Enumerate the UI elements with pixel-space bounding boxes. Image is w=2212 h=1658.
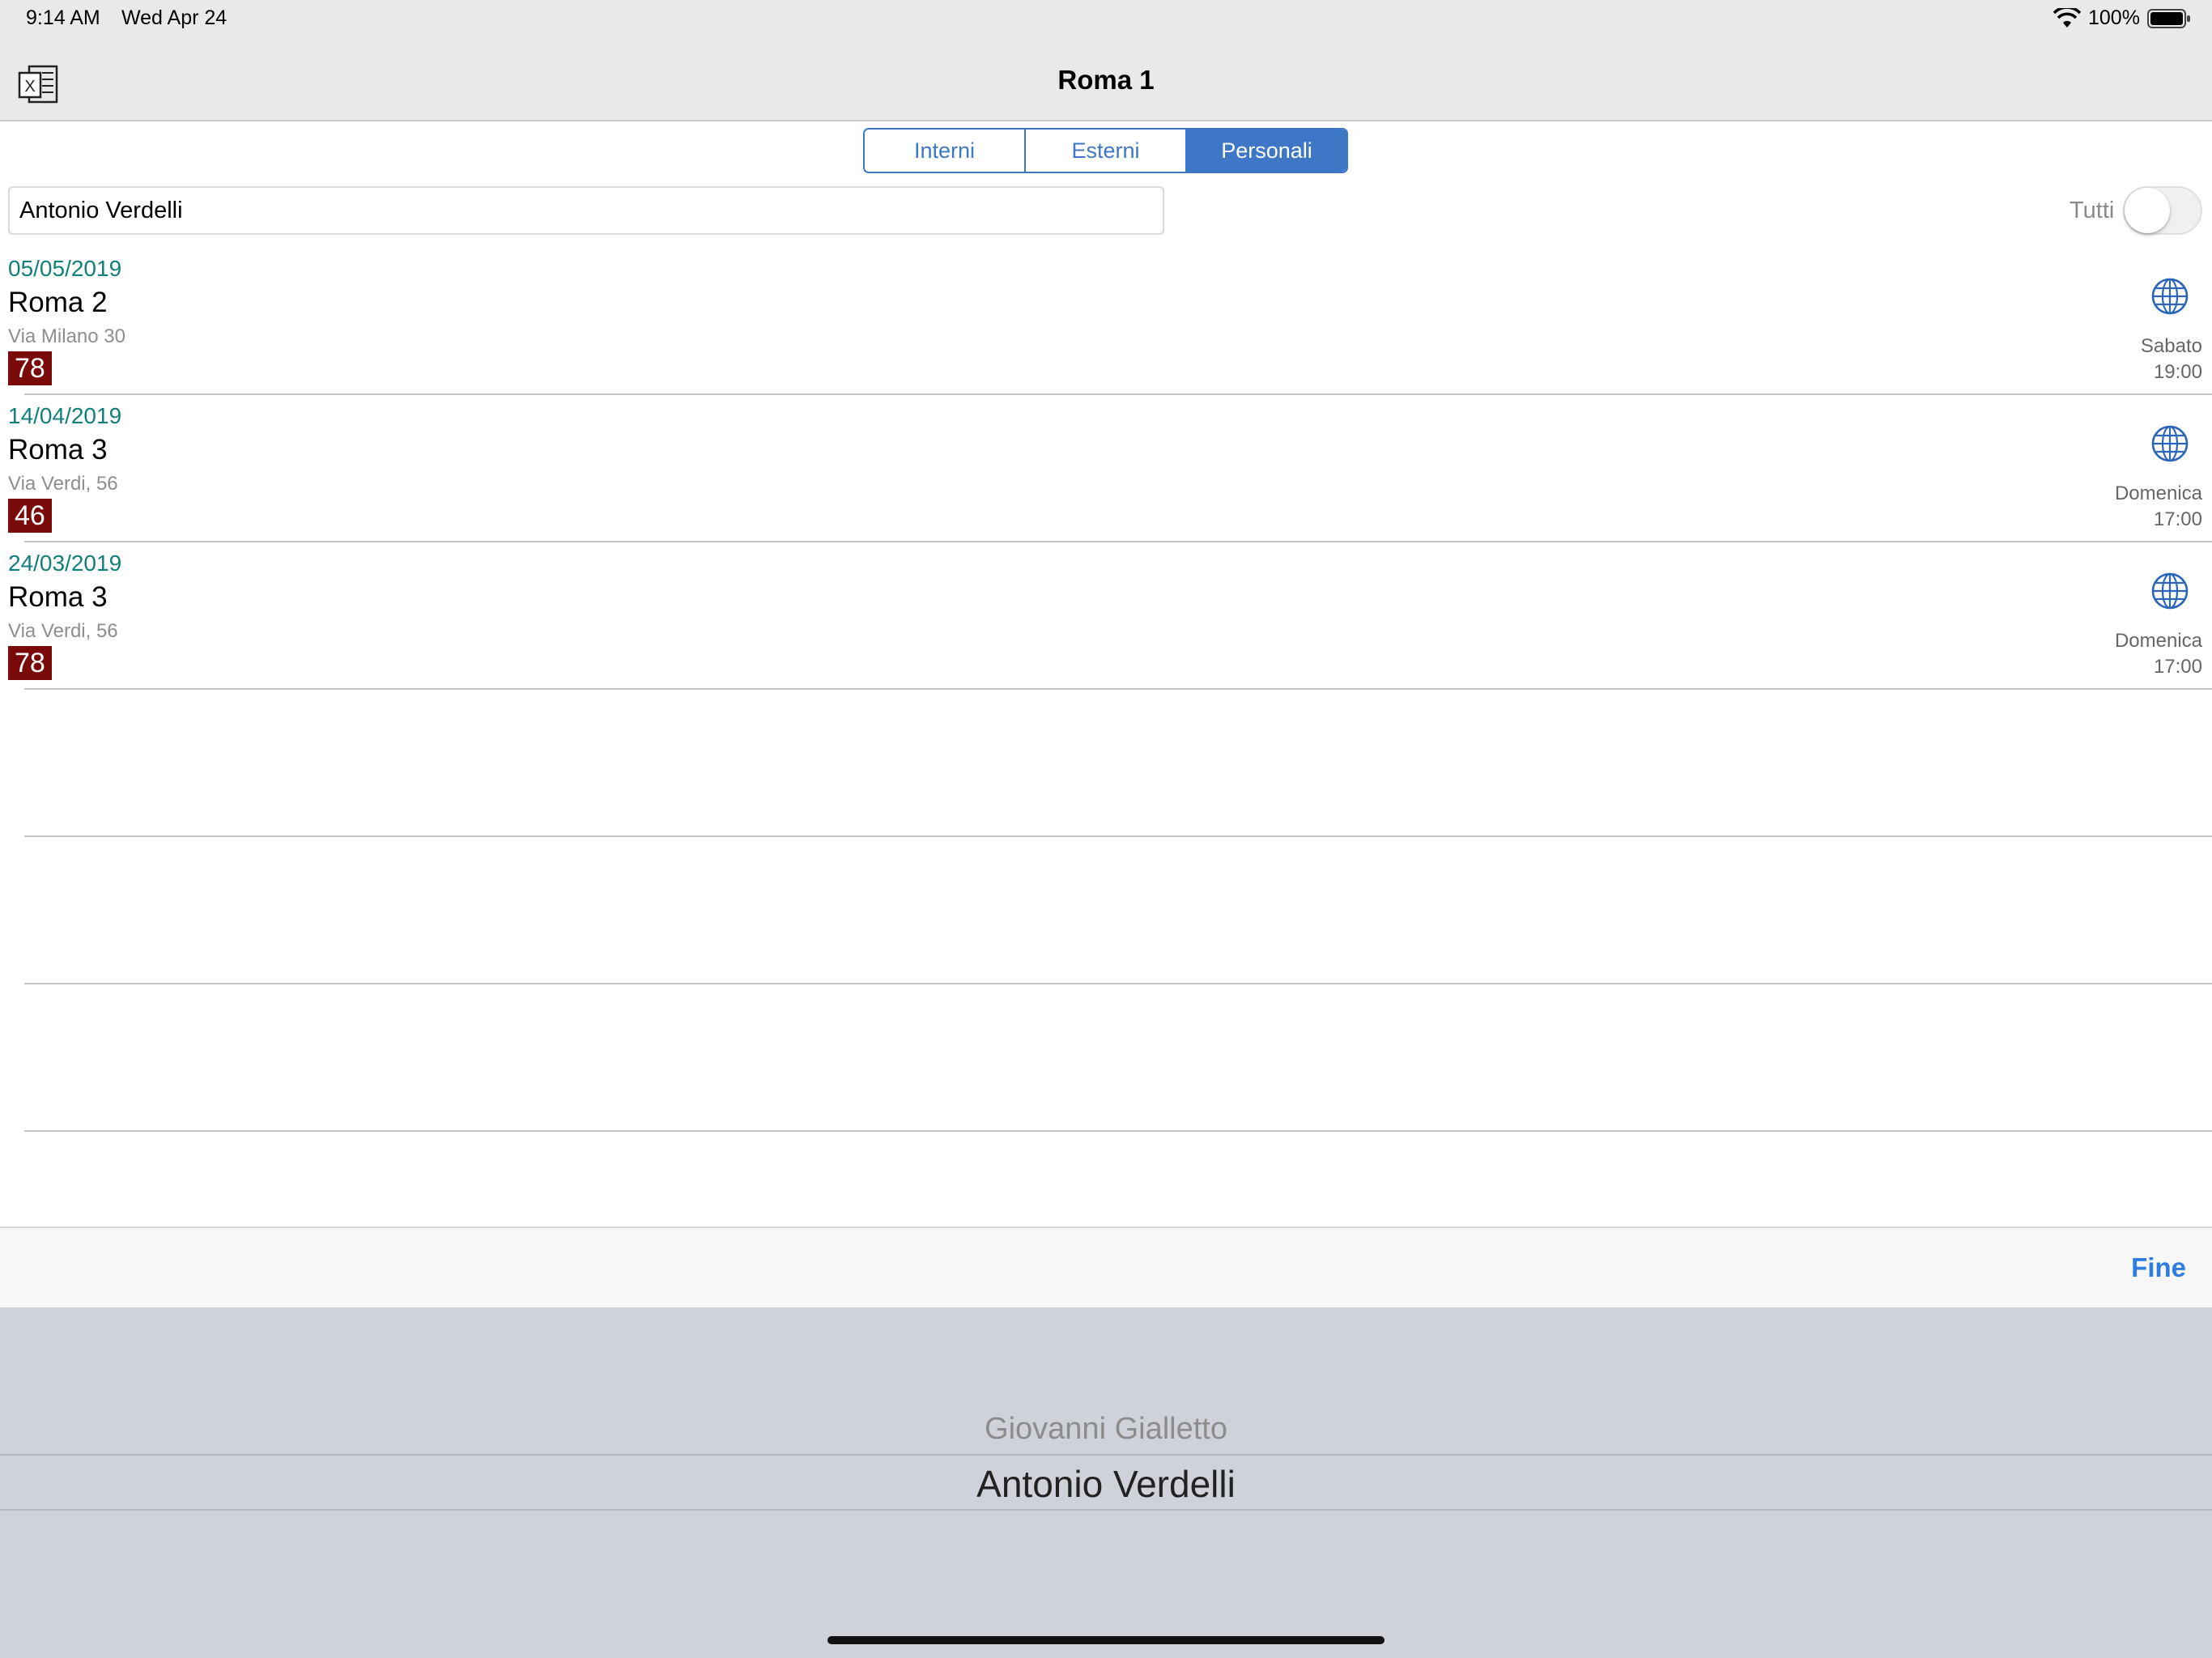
segment-interni[interactable]: Interni bbox=[865, 130, 1026, 172]
score-badge: 46 bbox=[8, 499, 52, 533]
page-title: Roma 1 bbox=[1057, 65, 1155, 95]
picker-selection-bottom-line bbox=[0, 1509, 2212, 1511]
score-badge: 78 bbox=[8, 351, 52, 385]
event-day: Domenica bbox=[2114, 483, 2202, 504]
event-date: 24/03/2019 bbox=[8, 551, 122, 576]
event-title: Roma 3 bbox=[8, 434, 108, 466]
segmented-control: Interni Esterni Personali bbox=[863, 128, 1348, 173]
person-filter-value: Antonio Verdelli bbox=[19, 198, 183, 223]
event-title: Roma 2 bbox=[8, 287, 108, 318]
event-day: Domenica bbox=[2114, 630, 2202, 652]
battery-icon bbox=[2147, 9, 2190, 28]
picker-selection-top-line bbox=[0, 1454, 2212, 1456]
event-day: Sabato bbox=[2140, 335, 2202, 357]
event-time: 19:00 bbox=[2153, 361, 2202, 383]
picker-toolbar bbox=[0, 1226, 2212, 1307]
home-indicator[interactable] bbox=[827, 1636, 1385, 1644]
segment-personali[interactable]: Personali bbox=[1187, 130, 1346, 172]
list-item[interactable] bbox=[0, 395, 2212, 542]
list-item[interactable] bbox=[0, 251, 2212, 398]
all-toggle-knob bbox=[2125, 188, 2170, 233]
globe-icon[interactable] bbox=[2150, 572, 2189, 610]
globe-icon[interactable] bbox=[2150, 424, 2189, 463]
row-separator bbox=[24, 983, 2212, 984]
event-time: 17:00 bbox=[2153, 508, 2202, 530]
wifi-icon bbox=[2053, 8, 2081, 28]
event-address: Via Milano 30 bbox=[8, 325, 125, 347]
event-date: 14/04/2019 bbox=[8, 403, 122, 428]
row-separator bbox=[24, 835, 2212, 837]
row-separator bbox=[24, 688, 2212, 690]
event-date: 05/05/2019 bbox=[8, 256, 122, 281]
all-toggle-label: Tutti bbox=[2069, 198, 2115, 223]
status-time: 9:14 AM bbox=[26, 6, 100, 29]
status-bar bbox=[0, 0, 2212, 40]
picker-option-selected[interactable]: Antonio Verdelli bbox=[0, 1462, 2212, 1506]
event-address: Via Verdi, 56 bbox=[8, 620, 118, 642]
row-separator bbox=[24, 1130, 2212, 1132]
list-item[interactable] bbox=[0, 542, 2212, 690]
event-title: Roma 3 bbox=[8, 581, 108, 613]
done-button[interactable]: Fine bbox=[2105, 1252, 2186, 1283]
picker-option[interactable]: Giovanni Gialletto bbox=[0, 1412, 2212, 1447]
globe-icon[interactable] bbox=[2150, 277, 2189, 316]
battery-percent: 100% bbox=[2088, 6, 2140, 29]
segment-esterni[interactable]: Esterni bbox=[1026, 130, 1187, 172]
event-address: Via Verdi, 56 bbox=[8, 473, 118, 495]
event-time: 17:00 bbox=[2153, 656, 2202, 678]
status-date: Wed Apr 24 bbox=[121, 6, 228, 29]
score-badge: 78 bbox=[8, 646, 52, 680]
